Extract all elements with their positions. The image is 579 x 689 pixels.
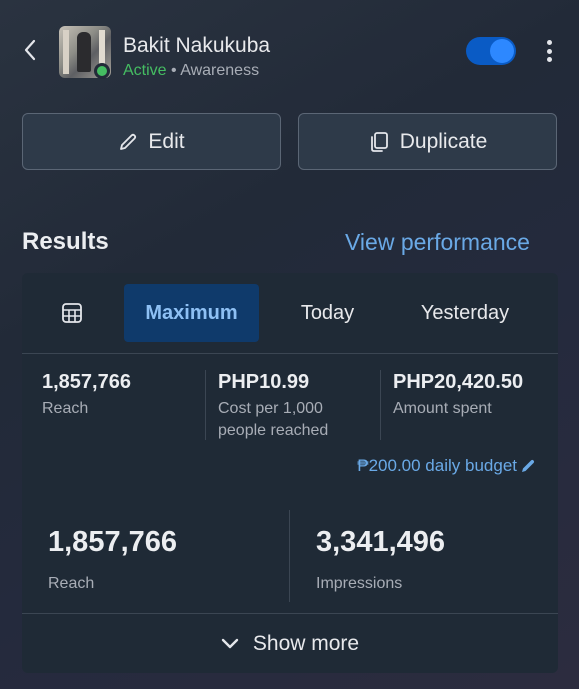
campaign-name: Bakit Nakukuba <box>123 34 271 57</box>
summary-impressions-label: Impressions <box>316 575 403 592</box>
summary-reach-label: Reach <box>48 575 95 592</box>
more-options-icon[interactable] <box>538 36 560 66</box>
show-more-label: Show more <box>252 631 360 655</box>
calendar-table-icon[interactable] <box>42 284 102 342</box>
pencil-icon <box>120 133 137 150</box>
objective-text: Awareness <box>180 62 260 79</box>
metric-reach-label: Reach <box>42 400 89 417</box>
back-icon[interactable] <box>16 36 44 64</box>
divider <box>205 370 206 440</box>
status-text: Active <box>123 62 167 79</box>
pencil-icon <box>522 459 535 472</box>
summary-reach: 1,857,766 Reach <box>48 526 177 593</box>
metric-cpm-value: PHP10.99 <box>218 371 310 393</box>
summary-impressions: 3,341,496 Impressions <box>316 526 445 593</box>
results-card: Maximum Today Yesterday 1,857,766 Reach … <box>22 273 558 673</box>
metric-cpm-label-2: people reached <box>218 422 329 439</box>
chevron-down-icon <box>221 638 239 648</box>
metric-amount-spent: PHP20,420.50 Amount spent <box>393 371 523 420</box>
metric-cpm-label-1: Cost per 1,000 <box>218 400 323 417</box>
edit-label: Edit <box>148 129 185 153</box>
campaign-header: Bakit Nakukuba Active • Awareness <box>0 0 579 100</box>
separator-dot: • <box>171 62 177 79</box>
copy-icon <box>370 131 388 152</box>
metric-reach: 1,857,766 Reach <box>42 371 131 420</box>
active-status-dot <box>94 63 110 79</box>
duplicate-label: Duplicate <box>399 129 488 153</box>
divider <box>289 510 290 602</box>
edit-button[interactable]: Edit <box>22 113 281 170</box>
show-more-button[interactable]: Show more <box>22 614 558 673</box>
divider <box>380 370 381 440</box>
summary-reach-value: 1,857,766 <box>48 526 178 558</box>
metric-spent-value: PHP20,420.50 <box>393 371 524 393</box>
tab-today[interactable]: Today <box>270 284 385 342</box>
daily-budget-text: ₱200.00 daily budget <box>357 456 517 475</box>
metric-reach-value: 1,857,766 <box>42 371 131 393</box>
duplicate-button[interactable]: Duplicate <box>298 113 557 170</box>
results-heading: Results <box>22 228 109 255</box>
campaign-subline: Active • Awareness <box>123 62 259 80</box>
summary-impressions-value: 3,341,496 <box>316 526 446 558</box>
tab-yesterday[interactable]: Yesterday <box>394 284 536 342</box>
campaign-toggle[interactable] <box>466 37 516 65</box>
view-performance-link[interactable]: View performance <box>345 229 530 256</box>
tab-maximum[interactable]: Maximum <box>124 284 259 342</box>
metric-cpm: PHP10.99 Cost per 1,000 people reached <box>218 371 328 442</box>
daily-budget-link[interactable]: ₱200.00 daily budget <box>357 456 536 476</box>
date-range-tabs: Maximum Today Yesterday <box>22 273 558 353</box>
divider <box>22 353 558 354</box>
metric-spent-label: Amount spent <box>393 400 492 417</box>
